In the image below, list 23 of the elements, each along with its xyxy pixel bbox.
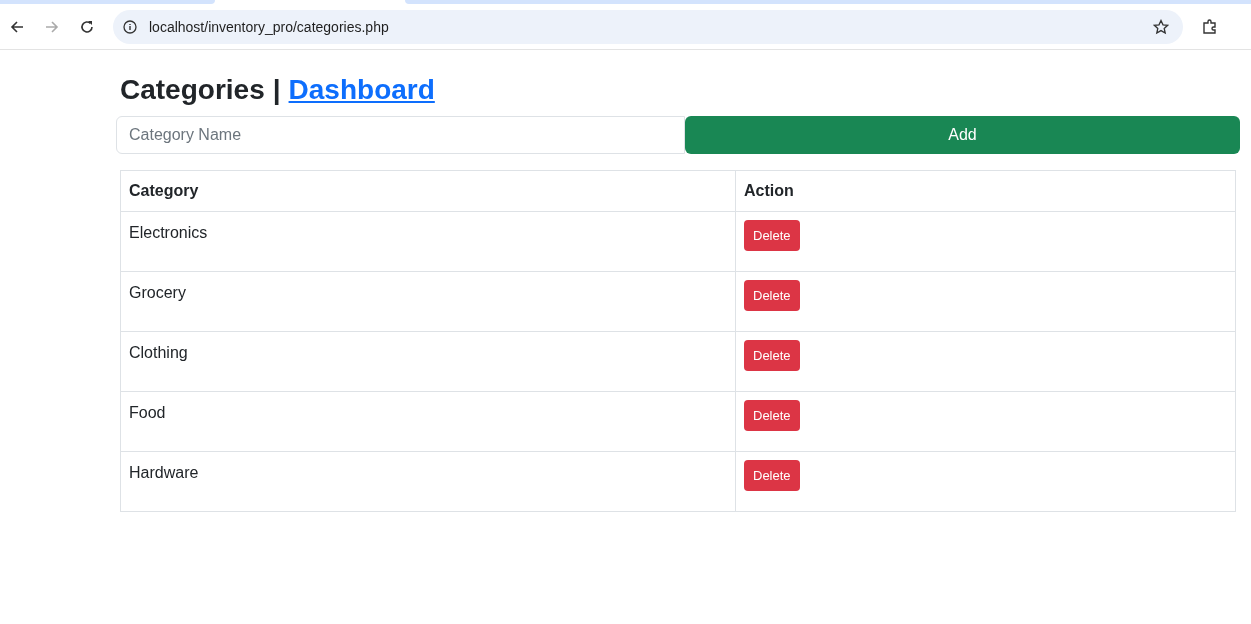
category-name-field[interactable]: Category Name xyxy=(116,116,685,154)
delete-button[interactable]: Delete xyxy=(744,460,800,491)
reload-icon[interactable] xyxy=(79,18,95,35)
column-header: Category xyxy=(120,170,736,212)
address-bar[interactable]: localhost/inventory_pro/categories.php xyxy=(113,9,1183,44)
table-cell: Hardware xyxy=(120,451,736,512)
back-icon[interactable] xyxy=(9,18,25,35)
delete-button[interactable]: Delete xyxy=(744,340,800,371)
delete-button[interactable]: Delete xyxy=(744,280,800,311)
dashboard-link[interactable]: Dashboard xyxy=(288,72,435,108)
table-cell: Food xyxy=(120,391,736,452)
table-cell: Grocery xyxy=(120,271,736,332)
delete-button[interactable]: Delete xyxy=(744,220,800,251)
column-header: Action xyxy=(735,170,1236,212)
table-cell: Electronics xyxy=(120,211,736,272)
page-title: Categories xyxy=(120,73,265,107)
delete-button[interactable]: Delete xyxy=(744,400,800,431)
add-button[interactable]: Add xyxy=(685,116,1240,154)
table-cell: Clothing xyxy=(120,331,736,392)
bookmark-star-icon[interactable] xyxy=(1153,18,1169,35)
title-separator: | xyxy=(272,73,281,107)
puzzle-piece-icon[interactable] xyxy=(1201,17,1219,36)
info-icon[interactable] xyxy=(123,19,137,34)
